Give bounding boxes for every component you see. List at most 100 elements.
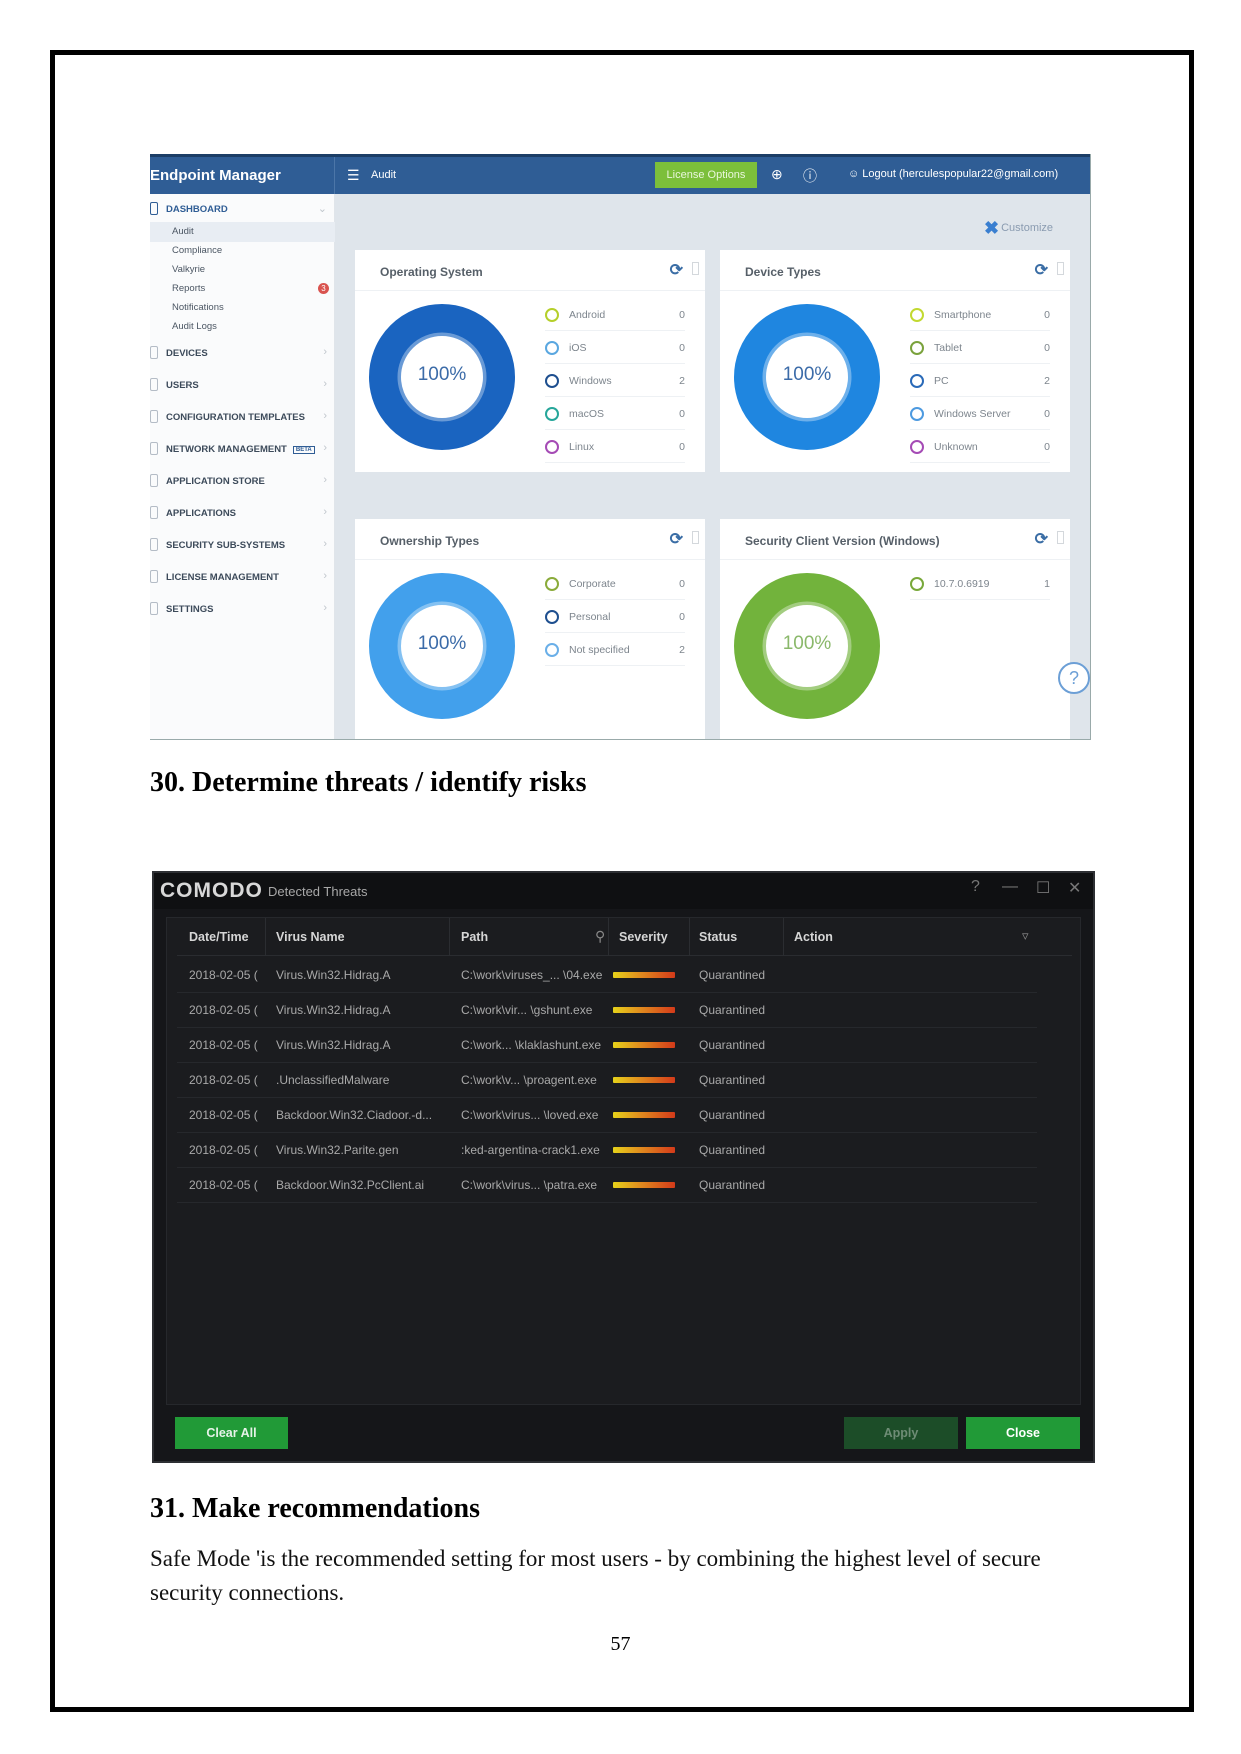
sidebar-item-license-management[interactable]: LICENSE MANAGEMENT ›	[150, 567, 335, 589]
sidebar-item-applications[interactable]: APPLICATIONS ›	[150, 503, 335, 525]
delete-icon[interactable]	[1057, 531, 1064, 544]
sidebar-subitem-audit-logs[interactable]: Audit Logs	[150, 317, 335, 337]
legend-item[interactable]: iOS 0	[545, 331, 685, 364]
refresh-icon[interactable]: ⟳	[670, 529, 683, 549]
legend-item[interactable]: macOS 0	[545, 397, 685, 430]
logout-link[interactable]: ☺ Logout (herculespopular22@gmail.com)	[848, 168, 1058, 180]
cell-path: C:\work\viruses_... \04.exe	[461, 968, 603, 982]
legend-item[interactable]: Android 0	[545, 298, 685, 331]
cell-date: 2018-02-05 (	[189, 1143, 258, 1157]
cell-status: Quarantined	[699, 1038, 766, 1052]
dashboard-icon	[150, 202, 158, 215]
column-date-time[interactable]: Date/Time	[189, 930, 249, 944]
close-icon[interactable]: ✕	[1068, 878, 1081, 898]
sidebar-item-users[interactable]: USERS ›	[150, 375, 335, 397]
sidebar-subitem-notifications[interactable]: Notifications	[150, 298, 335, 318]
sidebar-subitem-audit[interactable]: Audit	[150, 222, 335, 242]
legend-ring-icon	[545, 374, 559, 388]
sidebar-item-network-management[interactable]: NETWORK MANAGEMENT BETA ›	[150, 439, 335, 461]
devices-icon	[150, 346, 158, 359]
templates-icon	[150, 410, 158, 423]
delete-icon[interactable]	[1057, 262, 1064, 275]
cell-status: Quarantined	[699, 1108, 766, 1122]
cell-status: Quarantined	[699, 1003, 766, 1017]
sidebar-item-configuration-templates[interactable]: CONFIGURATION TEMPLATES ›	[150, 407, 335, 429]
cell-virus-name: Virus.Win32.Hidrag.A	[276, 968, 391, 982]
recommendation-paragraph: Safe Mode 'is the recommended setting fo…	[150, 1546, 1041, 1605]
chevron-right-icon: ›	[323, 474, 327, 486]
sidebar-subitem-compliance[interactable]: Compliance	[150, 241, 335, 261]
sidebar-item-devices[interactable]: DEVICES ›	[150, 343, 335, 365]
donut-center-label: 100%	[782, 364, 832, 385]
legend-item[interactable]: 10.7.0.6919 1	[910, 567, 1050, 600]
help-icon[interactable]: ?	[971, 878, 980, 896]
minimize-icon[interactable]: —	[1002, 878, 1018, 896]
customize-button[interactable]: ✖ Customize	[984, 218, 1053, 239]
sidebar-item-security-sub-systems[interactable]: SECURITY SUB-SYSTEMS ›	[150, 535, 335, 557]
table-row[interactable]: 2018-02-05 ( Virus.Win32.Parite.gen :ked…	[177, 1133, 1037, 1168]
shield-icon	[150, 538, 158, 551]
legend-item[interactable]: Corporate 0	[545, 567, 685, 600]
gear-icon	[150, 602, 158, 615]
column-action[interactable]: Action	[794, 930, 833, 944]
legend-item[interactable]: Unknown 0	[910, 430, 1050, 463]
apply-button[interactable]: Apply	[844, 1417, 958, 1449]
help-icon[interactable]: ⓘ	[803, 166, 817, 186]
table-row[interactable]: 2018-02-05 ( .UnclassifiedMalware C:\wor…	[177, 1063, 1037, 1098]
legend: Smartphone 0 Tablet 0 PC 2 Windows Serve…	[910, 298, 1050, 463]
close-button[interactable]: Close	[966, 1417, 1080, 1449]
legend-item[interactable]: Windows Server 0	[910, 397, 1050, 430]
chevron-right-icon: ›	[323, 442, 327, 454]
legend-item[interactable]: Not specified 2	[545, 633, 685, 666]
cell-date: 2018-02-05 (	[189, 1003, 258, 1017]
column-path[interactable]: Path	[461, 930, 488, 944]
legend-item[interactable]: Linux 0	[545, 430, 685, 463]
cell-date: 2018-02-05 (	[189, 1178, 258, 1192]
chevron-right-icon: ›	[323, 538, 327, 550]
legend: 10.7.0.6919 1	[910, 567, 1050, 600]
delete-icon[interactable]	[692, 262, 699, 275]
table-row[interactable]: 2018-02-05 ( Virus.Win32.Hidrag.A C:\wor…	[177, 958, 1037, 993]
clear-all-button[interactable]: Clear All	[175, 1417, 288, 1449]
legend-item[interactable]: Smartphone 0	[910, 298, 1050, 331]
search-icon[interactable]: ⚲	[595, 928, 605, 945]
table-row[interactable]: 2018-02-05 ( Backdoor.Win32.PcClient.ai …	[177, 1168, 1037, 1203]
column-status[interactable]: Status	[699, 930, 737, 944]
user-icon: ☺	[848, 168, 863, 180]
refresh-icon[interactable]: ⟳	[1035, 529, 1048, 549]
add-device-icon[interactable]: ⊕	[771, 166, 783, 183]
refresh-icon[interactable]: ⟳	[670, 260, 683, 280]
legend-item[interactable]: Personal 0	[545, 600, 685, 633]
legend-ring-icon	[545, 341, 559, 355]
table-row[interactable]: 2018-02-05 ( Virus.Win32.Hidrag.A C:\wor…	[177, 1028, 1037, 1063]
sidebar-item-settings[interactable]: SETTINGS ›	[150, 599, 335, 621]
column-virus-name[interactable]: Virus Name	[276, 930, 345, 944]
legend-item[interactable]: Tablet 0	[910, 331, 1050, 364]
filter-icon[interactable]: ▿	[1022, 928, 1029, 944]
help-bubble-button[interactable]: ?	[1058, 662, 1090, 694]
sidebar-subitem-reports[interactable]: Reports 3	[150, 279, 335, 299]
sidebar-subitem-valkyrie[interactable]: Valkyrie	[150, 260, 335, 280]
maximize-icon[interactable]: ☐	[1036, 878, 1050, 898]
refresh-icon[interactable]: ⟳	[1035, 260, 1048, 280]
tools-icon: ✖	[984, 218, 1000, 238]
cell-path: :ked-argentina-crack1.exe	[461, 1143, 600, 1157]
heading-31: 31. Make recommendations	[150, 1493, 480, 1524]
sidebar-item-dashboard[interactable]: DASHBOARD ⌄	[150, 199, 335, 221]
legend-item[interactable]: Windows 2	[545, 364, 685, 397]
cell-status: Quarantined	[699, 968, 766, 982]
column-severity[interactable]: Severity	[619, 930, 668, 944]
breadcrumb: Audit	[371, 169, 397, 181]
table-row[interactable]: 2018-02-05 ( Backdoor.Win32.Ciadoor.-d..…	[177, 1098, 1037, 1133]
hamburger-icon[interactable]: ☰	[347, 167, 360, 184]
card-ownership-types: Ownership Types ⟳ 100% Corporate 0 Person…	[355, 519, 705, 739]
legend-item[interactable]: PC 2	[910, 364, 1050, 397]
delete-icon[interactable]	[692, 531, 699, 544]
cell-virus-name: Backdoor.Win32.Ciadoor.-d...	[276, 1108, 433, 1122]
legend-ring-icon	[910, 308, 924, 322]
license-options-button[interactable]: License Options	[655, 162, 757, 188]
sidebar-item-application-store[interactable]: APPLICATION STORE ›	[150, 471, 335, 493]
legend-ring-icon	[910, 407, 924, 421]
table-row[interactable]: 2018-02-05 ( Virus.Win32.Hidrag.A C:\wor…	[177, 993, 1037, 1028]
severity-bar	[613, 1007, 675, 1013]
